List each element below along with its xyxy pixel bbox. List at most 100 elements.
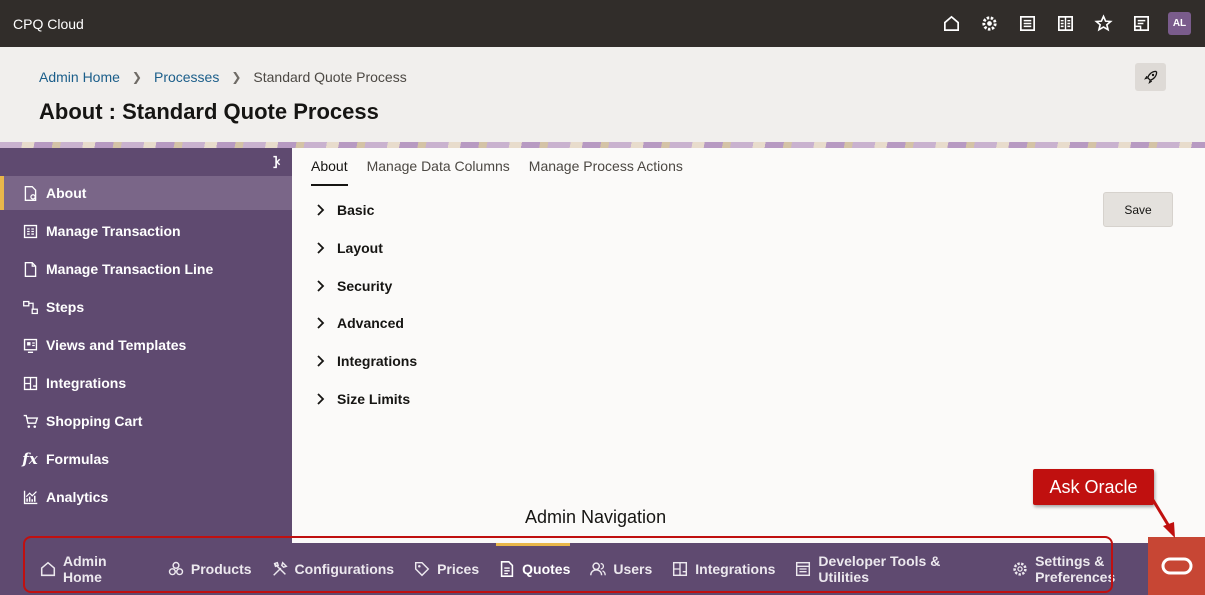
nav-integrations[interactable]: Integrations (671, 543, 775, 595)
grid-list-icon[interactable] (1052, 10, 1079, 37)
nav-users[interactable]: Users (589, 543, 652, 595)
section-size-limits[interactable]: Size Limits (316, 391, 410, 407)
sidebar-item-manage-transaction-line[interactable]: Manage Transaction Line (0, 252, 292, 286)
gear-icon[interactable] (976, 10, 1003, 37)
breadcrumb-current: Standard Quote Process (253, 69, 407, 85)
chart-icon (21, 488, 39, 506)
avatar[interactable]: AL (1168, 12, 1191, 35)
integrations-icon (21, 374, 39, 392)
admin-navigation-label: Admin Navigation (525, 507, 667, 527)
nav-item-label: Admin Home (63, 553, 107, 585)
nav-admin-home[interactable]: Admin Home (39, 543, 148, 595)
chevron-right-icon: ❯ (231, 70, 242, 84)
star-icon[interactable] (1090, 10, 1117, 37)
section-label: Security (337, 278, 393, 294)
section-label: Advanced (337, 315, 404, 331)
tab-manage-data-columns[interactable]: Manage Data Columns (367, 158, 510, 186)
page-header: Admin Home ❯ Processes ❯ Standard Quote … (0, 47, 1205, 142)
sidebar-item-label: Integrations (46, 375, 127, 391)
list-icon[interactable] (1014, 10, 1041, 37)
section-security[interactable]: Security (316, 278, 392, 294)
section-basic[interactable]: Basic (316, 202, 374, 218)
quote-document-icon (498, 560, 516, 578)
breadcrumb: Admin Home ❯ Processes ❯ Standard Quote … (39, 69, 407, 85)
section-label: Layout (337, 240, 383, 256)
app-title[interactable]: CPQ Cloud (13, 16, 84, 32)
tab-about[interactable]: About (311, 158, 348, 186)
home-icon (39, 560, 57, 578)
gear-icon (1011, 560, 1029, 578)
oracle-logo-icon (1161, 557, 1192, 575)
nav-configurations[interactable]: Configurations (271, 543, 395, 595)
sidebar-item-label: Manage Transaction Line (46, 261, 214, 277)
nav-item-label: Integrations (695, 561, 776, 577)
sidebar-item-label: Steps (46, 299, 85, 315)
top-icons: AL (938, 10, 1191, 37)
home-icon[interactable] (938, 10, 965, 37)
page-title: About : Standard Quote Process (39, 99, 379, 124)
document-gear-icon (21, 184, 39, 202)
chevron-right-icon (317, 317, 325, 329)
section-label: Integrations (337, 353, 418, 369)
document-icon[interactable] (1128, 10, 1155, 37)
chevron-right-icon (317, 393, 325, 405)
chevron-right-icon (317, 242, 325, 254)
products-icon (167, 560, 185, 578)
ask-oracle-button[interactable] (1148, 537, 1205, 595)
sidebar-item-label: Views and Templates (46, 337, 187, 353)
sidebar-item-label: Shopping Cart (46, 413, 143, 429)
chevron-right-icon (317, 204, 325, 216)
nav-quotes[interactable]: Quotes (496, 543, 571, 595)
sidebar-item-manage-transaction[interactable]: Manage Transaction (0, 214, 292, 248)
sidebar: About Manage Transaction Manage Transact… (0, 148, 292, 543)
section-label: Basic (337, 202, 375, 218)
form-icon (21, 222, 39, 240)
nav-item-label: Users (613, 561, 653, 577)
sidebar-item-analytics[interactable]: Analytics (0, 480, 292, 514)
nav-prices[interactable]: Prices (413, 543, 479, 595)
document-icon (21, 260, 39, 278)
section-label: Size Limits (337, 391, 411, 407)
tab-manage-process-actions[interactable]: Manage Process Actions (529, 158, 683, 186)
nav-item-label: Quotes (522, 561, 571, 577)
fx-icon: fx (22, 450, 38, 468)
nav-item-label: Configurations (294, 561, 395, 577)
tools-icon (271, 560, 289, 578)
callout-arrow-icon (1151, 499, 1175, 538)
breadcrumb-admin-home[interactable]: Admin Home (39, 69, 120, 85)
chevron-right-icon (317, 280, 325, 292)
sidebar-item-views-and-templates[interactable]: Views and Templates (0, 328, 292, 362)
section-layout[interactable]: Layout (316, 240, 383, 256)
admin-navigation-bar: Admin Home Products Configurations Price… (0, 543, 1205, 595)
rocket-button[interactable] (1135, 63, 1166, 91)
breadcrumb-processes[interactable]: Processes (154, 69, 219, 85)
template-icon (21, 336, 39, 354)
sidebar-item-steps[interactable]: Steps (0, 290, 292, 324)
section-integrations[interactable]: Integrations (316, 353, 417, 369)
sidebar-item-about[interactable]: About (0, 176, 292, 210)
rocket-icon (1143, 70, 1157, 84)
sidebar-item-label: Analytics (46, 489, 109, 505)
chevron-right-icon (317, 355, 325, 367)
ask-oracle-callout: Ask Oracle (1033, 469, 1154, 505)
admin-navigation: Admin Home Products Configurations Price… (39, 543, 1205, 595)
sidebar-item-integrations[interactable]: Integrations (0, 366, 292, 400)
nav-item-label: Developer Tools & Utilities (818, 553, 941, 585)
nav-item-label: Prices (437, 561, 480, 577)
sidebar-item-shopping-cart[interactable]: Shopping Cart (0, 404, 292, 438)
top-bar: CPQ Cloud AL (0, 0, 1205, 47)
nav-item-label: Products (190, 561, 252, 577)
developer-tools-icon (794, 560, 812, 578)
nav-products[interactable]: Products (167, 543, 252, 595)
integrations-icon (671, 560, 689, 578)
sidebar-item-formulas[interactable]: fx Formulas (0, 442, 292, 476)
sidebar-item-label: About (46, 185, 87, 201)
nav-developer-tools[interactable]: Developer Tools & Utilities (794, 543, 992, 595)
sidebar-item-label: Manage Transaction (46, 223, 181, 239)
users-icon (589, 560, 607, 578)
collapse-sidebar-icon[interactable] (268, 153, 286, 171)
chevron-right-icon: ❯ (131, 70, 142, 84)
section-advanced[interactable]: Advanced (316, 315, 404, 331)
save-button[interactable]: Save (1103, 192, 1173, 227)
sidebar-item-label: Formulas (46, 451, 110, 467)
